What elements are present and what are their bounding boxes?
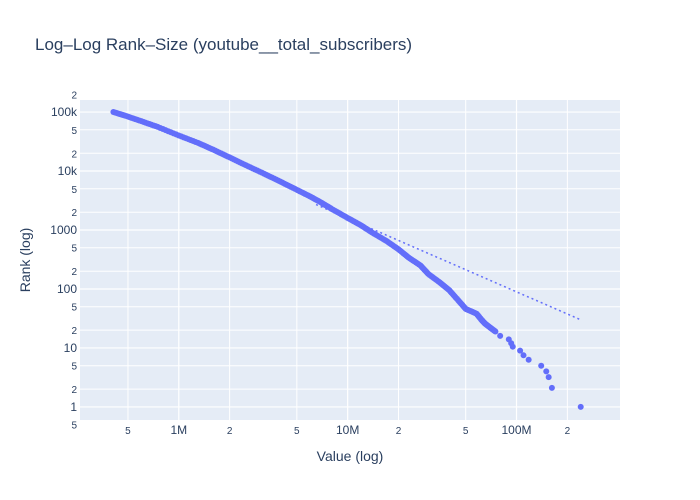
data-point	[509, 343, 516, 350]
y-tick-label: 5	[71, 185, 77, 196]
y-tick-label: 2	[71, 208, 77, 219]
y-tick-label: 100	[57, 282, 77, 296]
data-point	[492, 328, 499, 335]
data-point	[548, 384, 555, 391]
plot-area	[80, 100, 620, 420]
data-point	[520, 352, 527, 359]
y-tick-label: 5	[71, 303, 77, 314]
x-axis-title: Value (log)	[317, 448, 384, 464]
data-point	[545, 374, 552, 381]
x-tick-label: 5	[294, 426, 300, 437]
y-tick-label: 10k	[58, 164, 78, 178]
data-point	[543, 368, 550, 375]
y-tick-label: 1000	[50, 223, 77, 237]
y-tick-label: 2	[71, 326, 77, 337]
x-tick-label: 10M	[336, 423, 359, 437]
data-point	[538, 362, 545, 369]
x-tick-label: 2	[565, 426, 571, 437]
chart-title: Log–Log Rank–Size (youtube__total_subscr…	[35, 35, 412, 54]
y-tick-label: 2	[71, 385, 77, 396]
y-tick-label: 2	[71, 149, 77, 160]
x-tick-label: 5	[125, 426, 131, 437]
y-tick-label: 5	[71, 421, 77, 432]
y-tick-label: 2	[71, 90, 77, 101]
y-tick-label: 5	[71, 244, 77, 255]
x-tick-label: 5	[463, 426, 469, 437]
data-point	[577, 403, 584, 410]
x-tick-label: 100M	[502, 423, 532, 437]
y-tick-label: 5	[71, 126, 77, 137]
data-point	[525, 356, 532, 363]
rank-size-chart: Log–Log Rank–Size (youtube__total_subscr…	[17, 35, 620, 464]
y-tick-label: 5	[71, 362, 77, 373]
x-tick-label: 2	[396, 426, 402, 437]
y-tick-label: 2	[71, 267, 77, 278]
y-axis-title: Rank (log)	[17, 228, 33, 293]
data-point	[497, 332, 504, 339]
x-tick-label: 1M	[170, 423, 187, 437]
y-tick-label: 10	[64, 341, 78, 355]
y-tick-label: 100k	[51, 105, 78, 119]
y-axis-ticks: 5 1 2 5 10 2 5 100 2 5 1000 2 5 10k 2 5 100k 2	[50, 90, 78, 431]
x-tick-label: 2	[227, 426, 233, 437]
x-axis-ticks: 5 1M 2 5 10M 2 5 100M 2	[125, 423, 570, 437]
y-tick-label: 1	[70, 400, 77, 414]
